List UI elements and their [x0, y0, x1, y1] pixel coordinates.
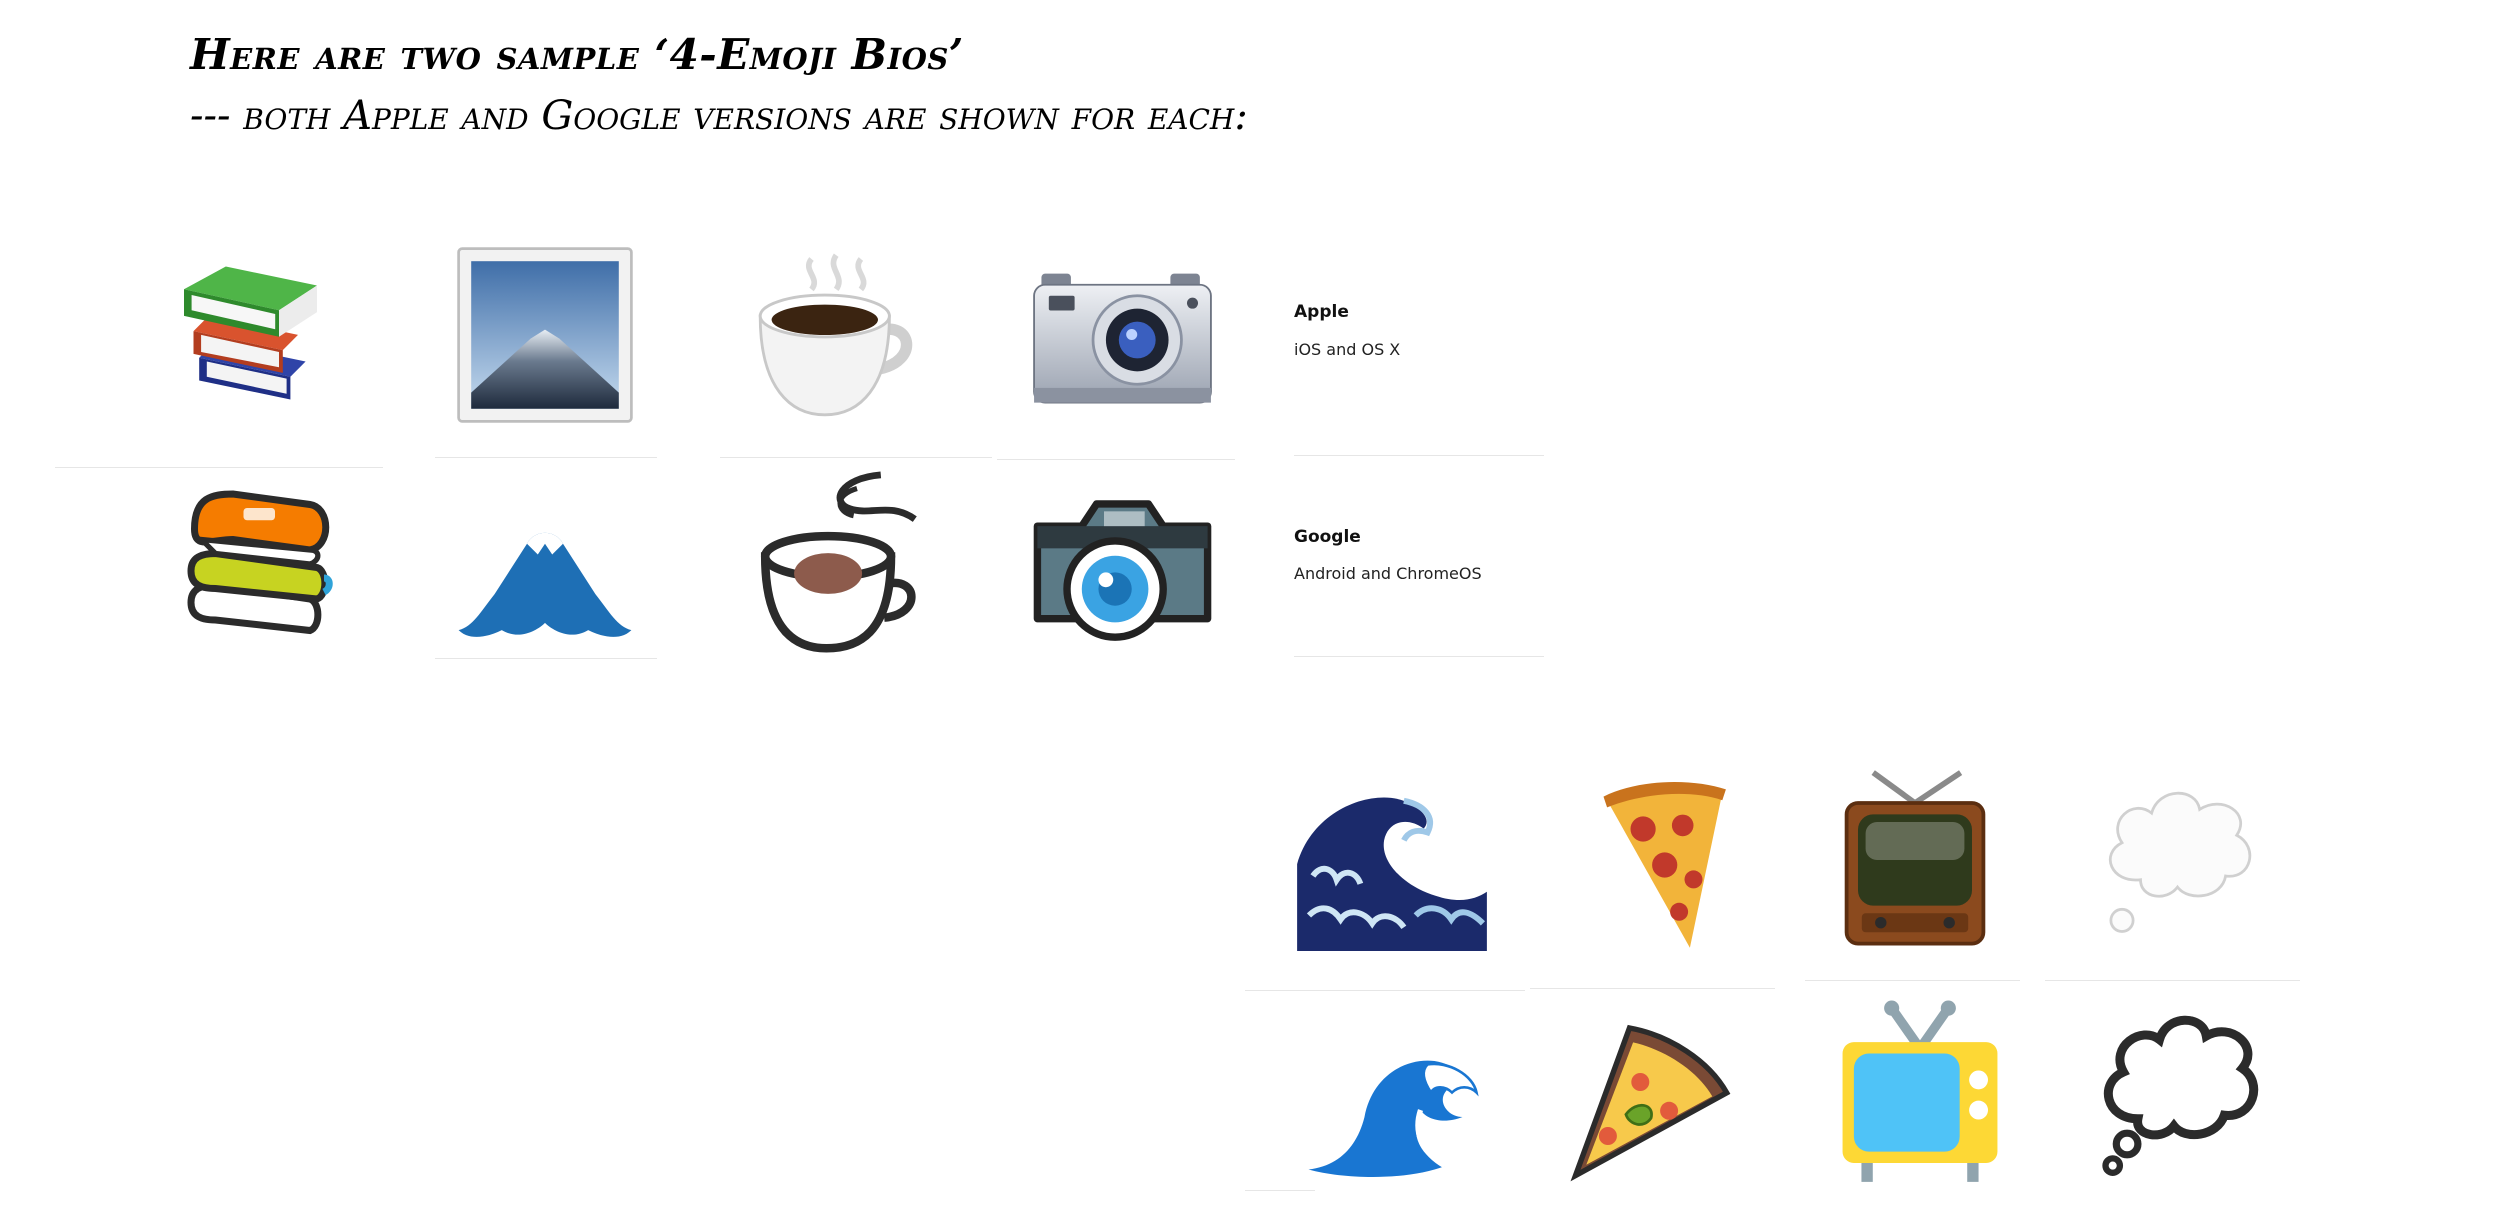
page-subtitle: --- both Apple and Google versions are s… — [190, 93, 1248, 139]
divider — [2045, 980, 2300, 981]
apple-water-wave-icon — [1292, 785, 1492, 955]
google-pizza-icon — [1555, 1010, 1740, 1190]
apple-thought-balloon-icon — [2085, 765, 2270, 950]
divider — [55, 467, 383, 468]
google-camera-icon — [1030, 485, 1215, 645]
divider — [1294, 455, 1544, 456]
divider — [1245, 1190, 1315, 1191]
google-water-wave-icon — [1305, 1040, 1480, 1180]
legend-apple-platforms: iOS and OS X — [1294, 340, 1401, 359]
divider — [720, 457, 992, 458]
divider — [435, 658, 657, 659]
page-title: Here are two sample ‘4-Emoji Bios’ — [190, 30, 964, 79]
legend-google-title: Google — [1294, 527, 1361, 547]
legend-google-platforms: Android and ChromeOS — [1294, 564, 1482, 583]
divider — [1245, 990, 1525, 991]
apple-pizza-icon — [1585, 775, 1730, 955]
google-books-icon — [165, 480, 350, 655]
apple-hot-beverage-icon — [740, 240, 940, 430]
google-television-icon — [1835, 1000, 2005, 1190]
divider — [435, 457, 657, 458]
legend-apple-title: Apple — [1294, 302, 1349, 322]
google-mount-fuji-icon — [455, 500, 635, 645]
google-hot-beverage-icon — [755, 470, 925, 660]
divider — [1805, 980, 2020, 981]
divider — [1294, 656, 1544, 657]
divider — [997, 459, 1235, 460]
apple-camera-icon — [1030, 270, 1215, 410]
apple-books-icon — [165, 245, 355, 440]
apple-mount-fuji-icon — [455, 245, 635, 425]
apple-television-icon — [1835, 765, 1995, 955]
divider — [1530, 988, 1775, 989]
google-thought-balloon-icon — [2085, 1000, 2270, 1180]
